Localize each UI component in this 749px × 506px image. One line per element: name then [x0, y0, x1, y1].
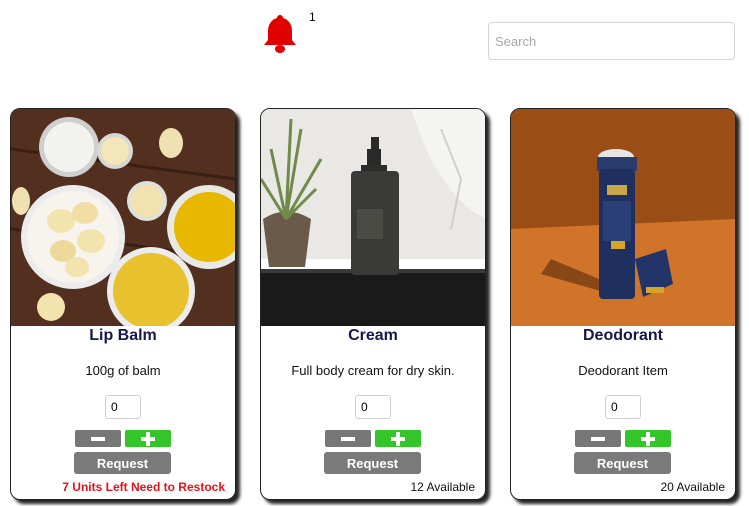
- quantity-input[interactable]: [355, 395, 391, 419]
- stock-status: 20 Available: [660, 480, 726, 494]
- product-card-cream: Cream Full body cream for dry skin. Requ…: [260, 108, 486, 500]
- quantity-input[interactable]: [605, 395, 641, 419]
- decrease-quantity-button[interactable]: [575, 430, 621, 447]
- plus-icon: [141, 431, 155, 446]
- increase-quantity-button[interactable]: [375, 430, 421, 447]
- product-image-lip-balm: [11, 109, 235, 326]
- stock-status: 12 Available: [410, 480, 476, 494]
- notification-bell-icon[interactable]: [260, 12, 300, 54]
- increase-quantity-button[interactable]: [125, 430, 171, 447]
- product-image-cream: [261, 109, 485, 326]
- product-title: Cream: [348, 327, 398, 344]
- decrease-quantity-button[interactable]: [75, 430, 121, 447]
- increase-quantity-button[interactable]: [625, 430, 671, 447]
- stock-status: 7 Units Left Need to Restock: [62, 480, 225, 494]
- minus-icon: [591, 436, 605, 441]
- product-card-lip-balm: Lip Balm 100g of balm Request 7 Units Le…: [10, 108, 236, 500]
- product-description: 100g of balm: [85, 363, 161, 378]
- request-button[interactable]: Request: [574, 452, 671, 474]
- product-title: Deodorant: [583, 327, 663, 344]
- product-description: Deodorant Item: [578, 363, 668, 378]
- product-image-deodorant: [511, 109, 735, 326]
- plus-icon: [641, 431, 655, 446]
- product-title: Lip Balm: [89, 327, 157, 344]
- top-bar: 1: [0, 0, 749, 90]
- search-input[interactable]: [488, 22, 735, 60]
- quantity-input[interactable]: [105, 395, 141, 419]
- request-button[interactable]: Request: [74, 452, 171, 474]
- product-card-deodorant: Deodorant Deodorant Item Request 20 Avai…: [510, 108, 736, 500]
- minus-icon: [91, 436, 105, 441]
- product-description: Full body cream for dry skin.: [291, 363, 455, 378]
- request-button[interactable]: Request: [324, 452, 421, 474]
- decrease-quantity-button[interactable]: [325, 430, 371, 447]
- notification-count: 1: [309, 10, 316, 24]
- plus-icon: [391, 431, 405, 446]
- minus-icon: [341, 436, 355, 441]
